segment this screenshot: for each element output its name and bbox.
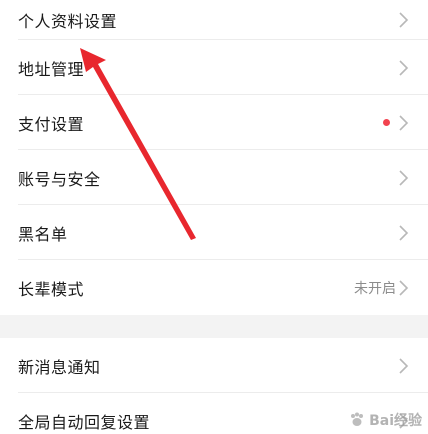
chevron-right-icon [399, 357, 409, 374]
chevron-right-icon [399, 114, 409, 131]
watermark-text: Bai经验 [369, 413, 422, 429]
red-dot-badge [383, 119, 390, 126]
section-gap [0, 315, 428, 338]
row-label: 个人资料设置 [18, 12, 118, 31]
chevron-right-icon [399, 169, 409, 186]
row-label: 新消息通知 [18, 357, 101, 377]
settings-screen: 个人资料设置 地址管理 支付设置 账号与安全 黑名单 长辈模式 未开启 新消息通… [0, 0, 428, 434]
paw-logo-icon [351, 412, 364, 426]
row-profile-settings[interactable]: 个人资料设置 [0, 0, 428, 40]
row-address-management[interactable]: 地址管理 [0, 40, 428, 95]
row-label: 长辈模式 [18, 279, 85, 299]
row-label: 黑名单 [18, 224, 68, 244]
elder-mode-status: 未开启 [354, 280, 396, 297]
watermark: Bai经验 [348, 410, 422, 430]
chevron-right-icon [399, 59, 409, 76]
row-label: 全局自动回复设置 [18, 412, 151, 432]
row-account-security[interactable]: 账号与安全 [0, 150, 428, 205]
chevron-right-icon [399, 224, 409, 241]
row-label: 支付设置 [18, 114, 85, 134]
chevron-right-icon [399, 12, 409, 28]
row-label: 账号与安全 [18, 169, 101, 189]
chevron-right-icon [399, 279, 409, 296]
row-new-message-notification[interactable]: 新消息通知 [0, 338, 428, 393]
row-elder-mode[interactable]: 长辈模式 未开启 [0, 260, 428, 315]
row-payment-settings[interactable]: 支付设置 [0, 95, 428, 150]
row-label: 地址管理 [18, 59, 85, 79]
settings-group-1: 个人资料设置 地址管理 支付设置 账号与安全 黑名单 长辈模式 未开启 [0, 0, 428, 315]
row-blacklist[interactable]: 黑名单 [0, 205, 428, 260]
